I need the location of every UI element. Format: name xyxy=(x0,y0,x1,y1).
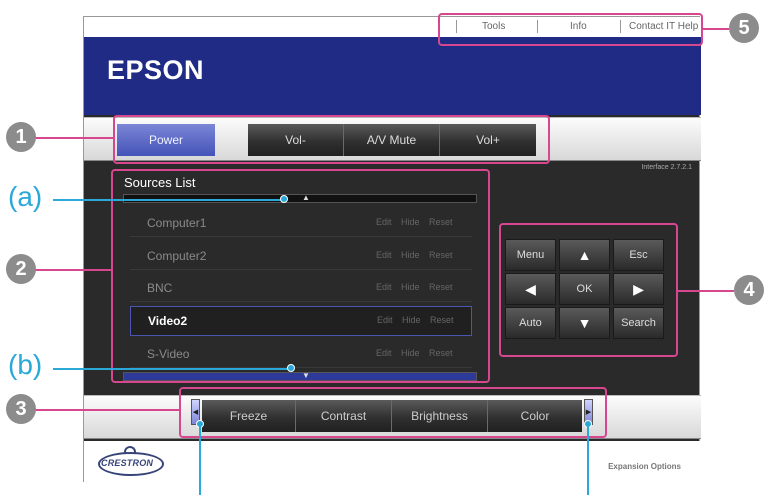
interface-version: Interface 2.7.2.1 xyxy=(641,164,692,171)
stage: Tools Info Contact IT Help EPSON Power V… xyxy=(0,0,782,495)
callout-line-4 xyxy=(678,290,734,292)
callout-line-3 xyxy=(33,409,179,411)
callout-dot-b xyxy=(287,364,295,372)
callout-4: 4 xyxy=(734,275,764,305)
callout-line-5 xyxy=(703,28,729,30)
callout-line-right-tab xyxy=(587,426,589,495)
callout-line-b xyxy=(53,368,290,370)
callout-line-1 xyxy=(33,137,113,139)
callout-line-2 xyxy=(33,269,111,271)
callout-5: 5 xyxy=(729,13,759,43)
callout-line-left-tab xyxy=(199,426,201,495)
callout-1: 1 xyxy=(6,122,36,152)
callout-3: 3 xyxy=(6,394,36,424)
callout-line-a xyxy=(53,199,283,201)
callout-b: (b) xyxy=(8,349,43,380)
highlight-control-strip xyxy=(113,115,550,164)
crestron-logo: CRESTRON xyxy=(101,458,154,468)
footer: CRESTRON Expansion Options xyxy=(84,441,701,483)
highlight-image-strip xyxy=(179,387,607,438)
callout-a: (a) xyxy=(8,181,43,212)
highlight-top-links xyxy=(438,13,703,46)
crestron-swirl-icon xyxy=(124,446,136,453)
callout-2: 2 xyxy=(6,254,36,284)
highlight-sources-list xyxy=(111,169,490,383)
callout-dot-a xyxy=(280,195,288,203)
epson-logo: EPSON xyxy=(107,55,205,85)
highlight-navigation-pad xyxy=(499,223,678,357)
expansion-options-link[interactable]: Expansion Options xyxy=(608,462,681,471)
